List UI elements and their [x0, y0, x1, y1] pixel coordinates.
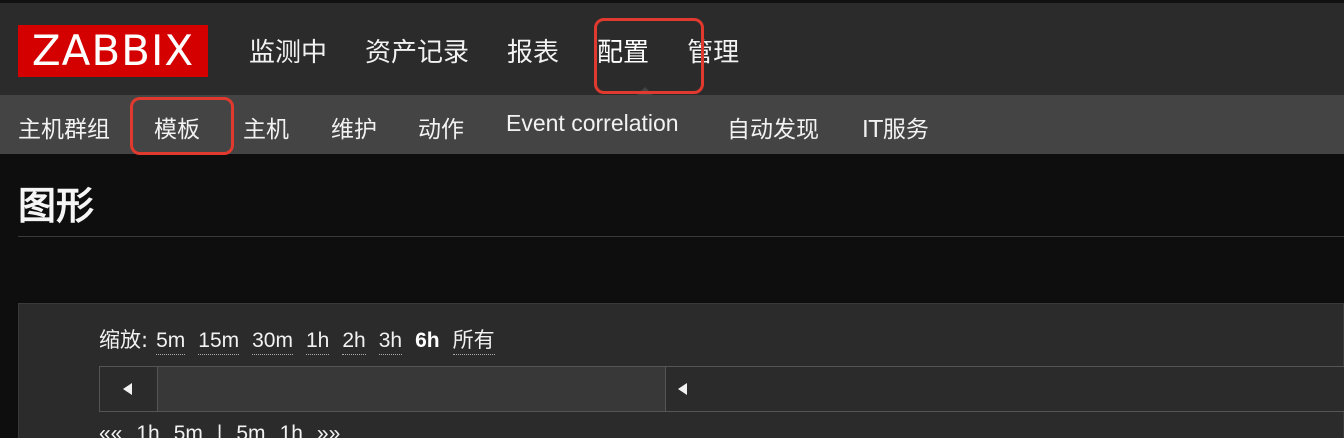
top-navigation-bar: ZABBIX 监测中 资产记录 报表 配置 管理 [0, 0, 1344, 98]
submenu-it-services[interactable]: IT服务 [862, 110, 929, 144]
submenu-event-correlation[interactable]: Event correlation [506, 110, 679, 137]
menu-administration[interactable]: 管理 [687, 32, 739, 69]
submenu-actions[interactable]: 动作 [418, 110, 464, 144]
zoom-row: 缩放: 5m 15m 30m 1h 2h 3h 6h 所有 [99, 324, 508, 355]
nav-forward-5m[interactable]: 5m [236, 422, 265, 438]
submenu-maintenance[interactable]: 维护 [331, 110, 377, 144]
zoom-option-3h[interactable]: 3h [378, 328, 403, 355]
title-divider [18, 236, 1344, 237]
submenu-templates[interactable]: 模板 [154, 110, 200, 144]
nav-back-5m[interactable]: 5m [174, 422, 203, 438]
nav-separator: | [216, 422, 223, 438]
nav-forward-all[interactable]: »» [317, 422, 340, 438]
main-menu: 监测中 资产记录 报表 配置 管理 [230, 3, 758, 98]
nav-forward-1h[interactable]: 1h [280, 422, 303, 438]
zoom-option-15m[interactable]: 15m [198, 328, 240, 355]
menu-configuration[interactable]: 配置 [597, 32, 649, 69]
time-filter-panel: 缩放: 5m 15m 30m 1h 2h 3h 6h 所有 «« 1h 5m |… [18, 303, 1344, 438]
timeline-scroll-thumb[interactable] [665, 367, 1344, 411]
submenu-host-groups[interactable]: 主机群组 [18, 110, 110, 144]
menu-monitoring[interactable]: 监测中 [249, 32, 327, 69]
arrow-left-icon [123, 383, 132, 395]
zoom-option-5m[interactable]: 5m [156, 328, 186, 355]
menu-reports[interactable]: 报表 [507, 32, 559, 69]
submenu-discovery[interactable]: 自动发现 [727, 110, 819, 144]
zoom-option-30m[interactable]: 30m [252, 328, 293, 355]
nav-back-all[interactable]: «« [99, 422, 122, 438]
zoom-option-1h[interactable]: 1h [305, 328, 330, 355]
zabbix-logo[interactable]: ZABBIX [18, 25, 208, 77]
submenu-hosts[interactable]: 主机 [243, 110, 289, 144]
zoom-option-6h[interactable]: 6h [415, 328, 440, 354]
arrow-left-icon [678, 383, 687, 395]
menu-inventory[interactable]: 资产记录 [365, 32, 469, 69]
sub-navigation-bar: 主机群组 模板 主机 维护 动作 Event correlation 自动发现 … [0, 95, 1344, 154]
timeline-scrollbar[interactable] [99, 366, 1344, 412]
page-title: 图形 [18, 184, 95, 228]
nav-back-1h[interactable]: 1h [136, 422, 159, 438]
zoom-option-2h[interactable]: 2h [342, 328, 366, 355]
scroll-left-button[interactable] [100, 367, 158, 411]
period-navigation: «« 1h 5m | 5m 1h »» [99, 422, 354, 438]
zoom-option-all[interactable]: 所有 [452, 328, 495, 355]
zoom-label: 缩放: [99, 328, 149, 352]
